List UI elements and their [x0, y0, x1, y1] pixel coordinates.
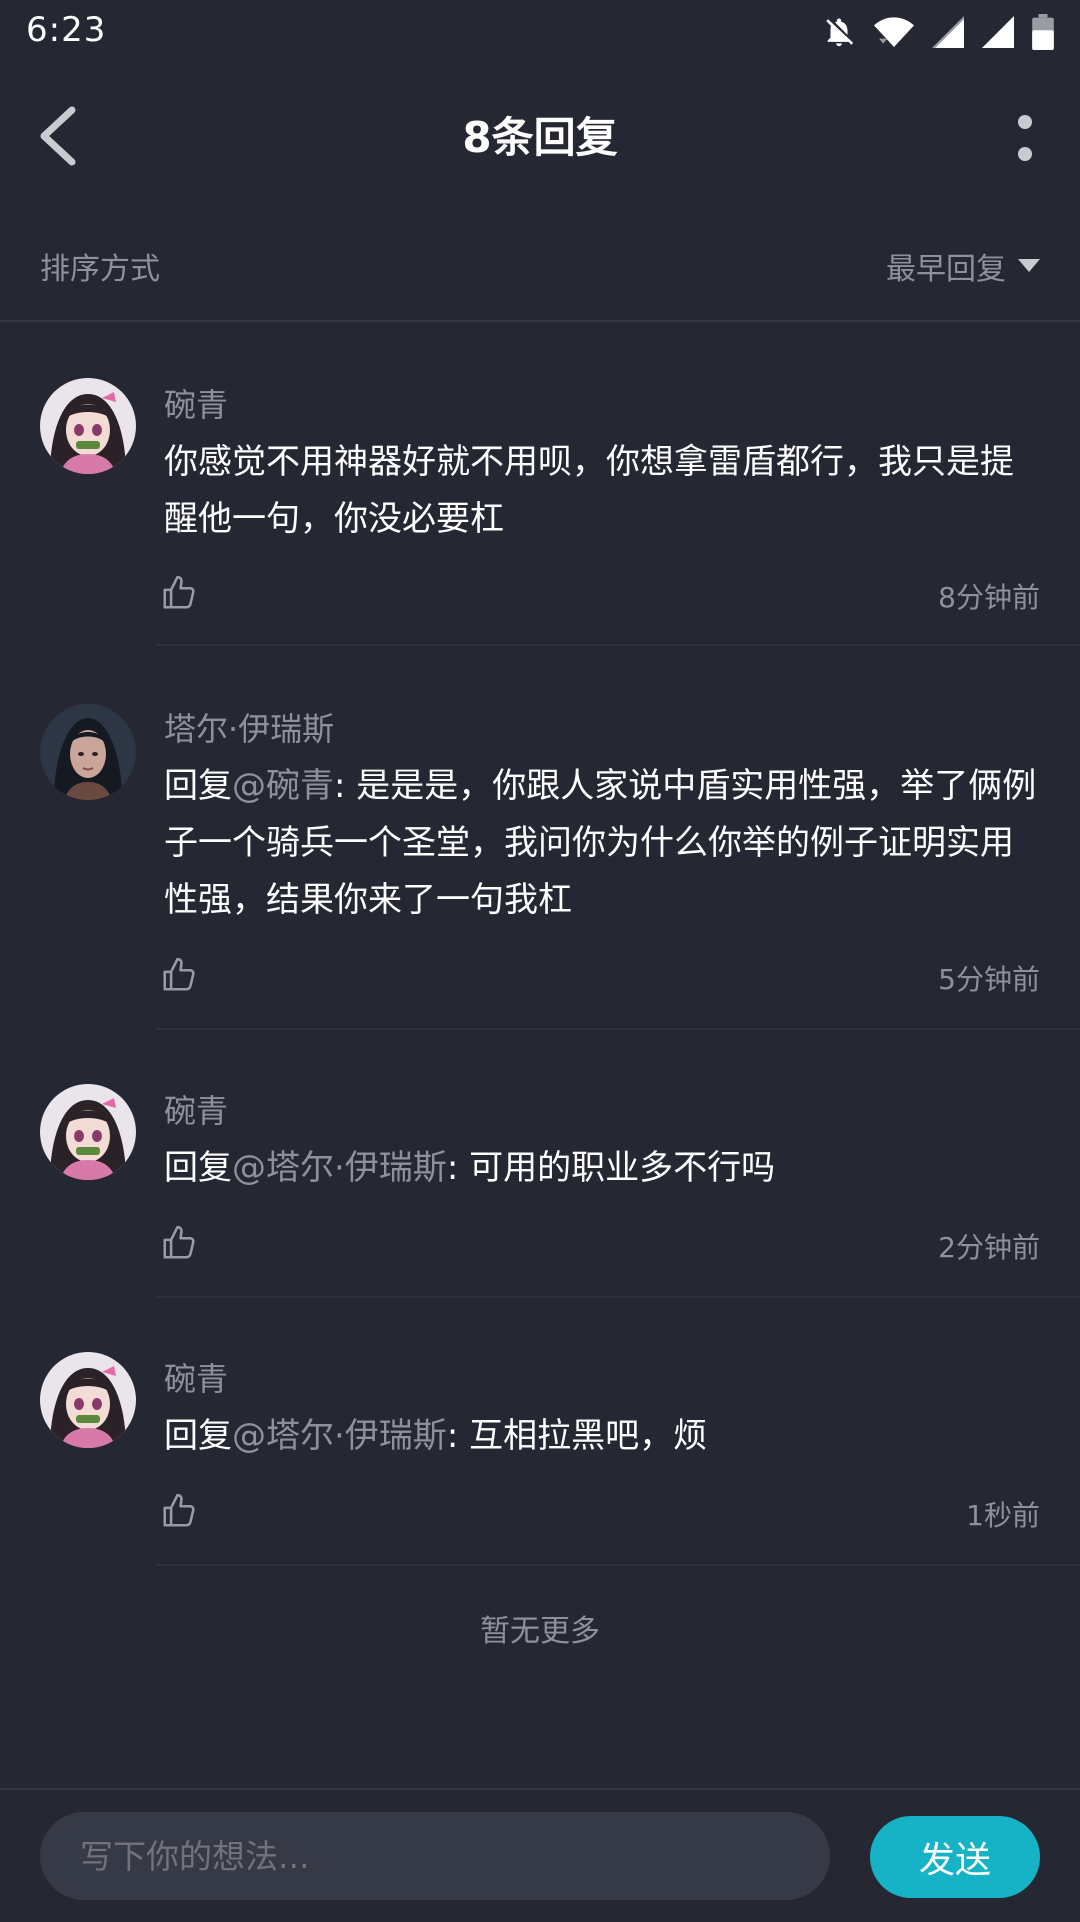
reply-time: 5分钟前 [938, 963, 1040, 996]
signal-icon-2 [982, 16, 1014, 48]
avatar[interactable] [40, 704, 136, 800]
avatar[interactable] [40, 378, 136, 474]
reply-mention[interactable]: @塔尔·伊瑞斯 [232, 1148, 447, 1188]
sort-selected-value: 最早回复 [886, 252, 1006, 287]
reply-time: 8分钟前 [938, 581, 1040, 614]
battery-icon [1032, 14, 1054, 50]
caret-down-icon [1018, 259, 1040, 272]
status-time: 6:23 [26, 10, 107, 50]
reply-content: 回复@碗青: 是是是，你跟人家说中盾实用性强，举了俩例子一个骑兵一个圣堂，我问你… [164, 758, 1044, 929]
app-bar: 8条回复 [0, 62, 1080, 210]
avatar[interactable] [40, 1352, 136, 1448]
signal-icon [932, 16, 964, 48]
thumbs-up-icon[interactable] [160, 1224, 198, 1262]
demon-girl-avatar-icon [40, 378, 136, 474]
avatar[interactable] [40, 1084, 136, 1180]
reply-text: 互相拉黑吧，烦 [469, 1416, 708, 1456]
reply-separator: : [334, 766, 357, 806]
reply-separator: : [446, 1148, 470, 1188]
reply-username[interactable]: 碗青 [164, 1086, 228, 1132]
reply-username[interactable]: 碗青 [164, 380, 228, 426]
no-more-text: 暂无更多 [480, 1614, 600, 1649]
reply-text: 可用的职业多不行吗 [469, 1148, 776, 1188]
comment-input[interactable] [40, 1812, 830, 1900]
reply-mention[interactable]: @碗青 [232, 766, 334, 806]
reply-username[interactable]: 塔尔·伊瑞斯 [164, 704, 334, 750]
reply-item: 碗青 回复@塔尔·伊瑞斯: 互相拉黑吧，烦 1秒前 [0, 1296, 1080, 1566]
reply-time: 1秒前 [966, 1499, 1040, 1532]
sort-label: 排序方式 [40, 252, 160, 287]
reply-content: 回复@塔尔·伊瑞斯: 可用的职业多不行吗 [164, 1140, 1044, 1197]
sort-row: 排序方式 最早回复 [0, 222, 1080, 322]
reply-mention[interactable]: @塔尔·伊瑞斯 [232, 1416, 447, 1456]
reply-content: 回复@塔尔·伊瑞斯: 互相拉黑吧，烦 [164, 1408, 1044, 1465]
reply-separator: : [446, 1416, 470, 1456]
reply-content: 你感觉不用神器好就不用呗，你想拿雷盾都行，我只是提醒他一句，你没必要杠 [164, 434, 1044, 548]
thumbs-up-icon[interactable] [160, 574, 198, 612]
demon-girl-avatar-icon [40, 1084, 136, 1180]
wifi-icon [874, 17, 914, 47]
reply-time: 2分钟前 [938, 1231, 1040, 1264]
reply-text: 你感觉不用神器好就不用呗，你想拿雷盾都行，我只是提醒他一句，你没必要杠 [164, 442, 1014, 539]
send-button[interactable]: 发送 [870, 1816, 1040, 1898]
demon-girl-avatar-icon [40, 1352, 136, 1448]
status-bar: 6:23 [0, 0, 1080, 62]
reply-item: 塔尔·伊瑞斯 回复@碗青: 是是是，你跟人家说中盾实用性强，举了俩例子一个骑兵一… [0, 646, 1080, 1030]
page-title: 8条回复 [462, 113, 618, 162]
thumbs-up-icon[interactable] [160, 956, 198, 994]
comment-composer: 发送 [0, 1788, 1080, 1922]
reply-prefix: 回复 [164, 1416, 232, 1456]
notifications-off-icon [826, 18, 854, 47]
status-icons [822, 14, 1054, 50]
reply-item: 碗青 你感觉不用神器好就不用呗，你想拿雷盾都行，我只是提醒他一句，你没必要杠 8… [0, 322, 1080, 646]
thumbs-up-icon[interactable] [160, 1492, 198, 1530]
divider [156, 1564, 1080, 1566]
more-options-icon[interactable] [1010, 108, 1040, 168]
dark-hair-character-avatar-icon [40, 704, 136, 800]
reply-item: 碗青 回复@塔尔·伊瑞斯: 可用的职业多不行吗 2分钟前 [0, 1028, 1080, 1298]
reply-prefix: 回复 [164, 766, 232, 806]
reply-prefix: 回复 [164, 1148, 232, 1188]
reply-username[interactable]: 碗青 [164, 1354, 228, 1400]
sort-dropdown[interactable]: 最早回复 [886, 244, 1040, 288]
